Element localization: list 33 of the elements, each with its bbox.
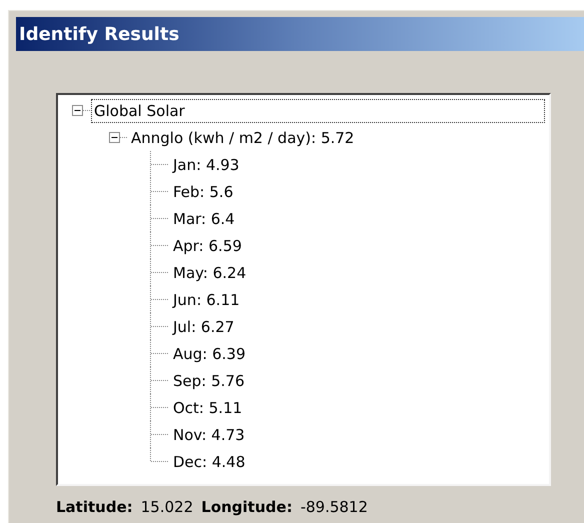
field-value: -89.5812 — [300, 498, 368, 516]
field-label: Latitude: — [56, 498, 133, 516]
tree-line — [150, 259, 168, 286]
tree-item[interactable]: Jan: 4.93 — [170, 152, 242, 176]
tree-line — [120, 137, 128, 138]
window-title: Identify Results — [19, 24, 180, 44]
tree-line — [150, 205, 168, 232]
tree-item[interactable]: Global Solar — [91, 98, 545, 122]
tree-line — [150, 286, 168, 313]
tree-line — [150, 313, 168, 340]
tree-line — [150, 232, 168, 259]
tree-line — [83, 110, 91, 111]
tree-item[interactable]: Annglo (kwh / m2 / day): 5.72 — [128, 126, 358, 150]
tree-item[interactable]: Sep: 5.76 — [170, 368, 248, 392]
tree-item[interactable]: Mar: 6.4 — [170, 206, 238, 230]
tree-line — [150, 178, 168, 205]
tree-line — [150, 151, 168, 178]
tree-item[interactable]: Nov: 4.73 — [170, 422, 248, 446]
tree-item[interactable]: Feb: 5.6 — [170, 180, 236, 204]
tree-line — [150, 394, 168, 421]
tree-item[interactable]: Dec: 4.48 — [170, 450, 248, 474]
tree-item[interactable]: Jul: 6.27 — [170, 314, 238, 338]
tree-item[interactable]: Oct: 5.11 — [170, 396, 246, 420]
tree-item[interactable]: Jun: 6.11 — [170, 288, 243, 312]
field-label: Longitude: — [201, 498, 292, 516]
collapse-icon[interactable] — [72, 105, 83, 116]
field-value: 15.022 — [140, 498, 194, 516]
tree-line — [150, 367, 168, 394]
collapse-icon[interactable] — [109, 132, 120, 143]
tree-item[interactable]: May: 6.24 — [170, 260, 250, 284]
tree-item[interactable]: Apr: 6.59 — [170, 234, 245, 258]
tree-item[interactable]: Aug: 6.39 — [170, 342, 249, 366]
tree-line — [150, 340, 168, 367]
